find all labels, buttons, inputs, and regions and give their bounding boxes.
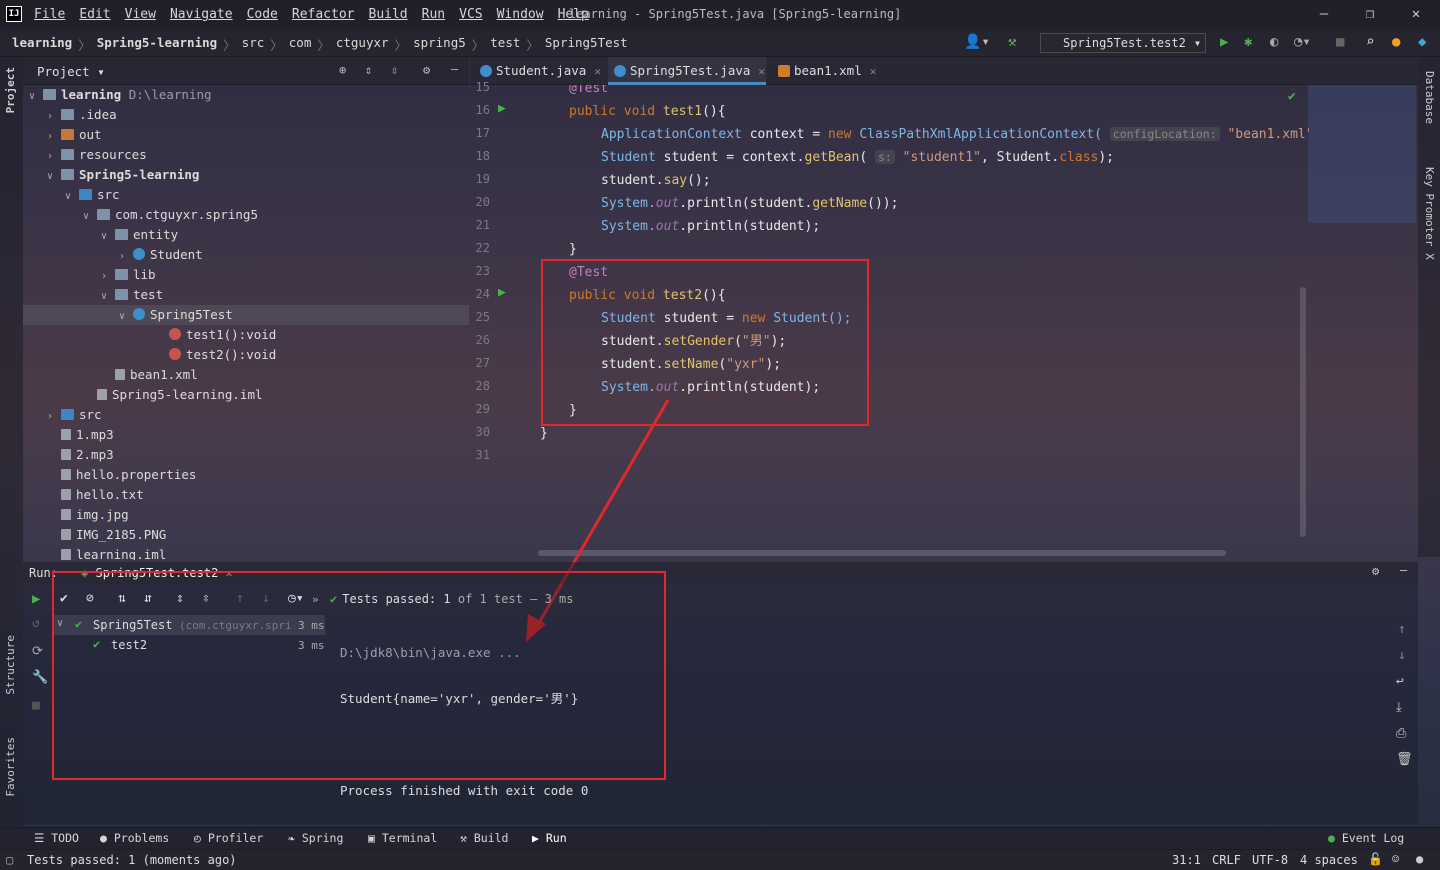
- terminal-tool-tab[interactable]: ▣ Terminal: [368, 831, 437, 845]
- wrench-icon[interactable]: 🔧: [32, 670, 48, 685]
- run-hide-icon[interactable]: —: [1400, 563, 1407, 577]
- highlight-box-run-output: [52, 571, 666, 780]
- build-tool-tab[interactable]: ⚒ Build: [460, 831, 508, 845]
- inspector-icon[interactable]: ☺: [1392, 852, 1399, 866]
- problems-tool-tab[interactable]: ● Problems: [100, 831, 169, 845]
- print-icon[interactable]: ⎙: [1396, 726, 1406, 741]
- status-bar: ▢ Tests passed: 1 (moments ago) 31:1 CRL…: [0, 849, 1440, 870]
- toggle-auto-test-icon[interactable]: ⟳: [32, 644, 43, 659]
- rerun-icon[interactable]: ▶: [32, 591, 40, 607]
- file-encoding[interactable]: UTF-8: [1252, 853, 1288, 867]
- run-settings-gear-icon[interactable]: ⚙: [1372, 564, 1379, 578]
- clear-console-icon[interactable]: 🗑: [1396, 752, 1413, 767]
- rerun-failed-icon[interactable]: ↺: [32, 616, 40, 631]
- soft-wrap-icon[interactable]: ↩: [1396, 674, 1404, 689]
- stop-run-icon[interactable]: ■: [32, 698, 40, 713]
- bottom-tool-tabs: ☰ TODO ● Problems ◴ Profiler ❧ Spring ▣ …: [0, 827, 1440, 849]
- event-log-tool-tab[interactable]: ● Event Log: [1328, 831, 1404, 845]
- line-separator[interactable]: CRLF: [1212, 853, 1241, 867]
- status-message[interactable]: Tests passed: 1 (moments ago): [27, 853, 237, 867]
- run-tool-tab[interactable]: ▶ Run: [532, 831, 567, 845]
- console-line: Process finished with exit code 0: [340, 783, 589, 798]
- status-icon: ▢: [6, 853, 14, 867]
- indent-setting[interactable]: 4 spaces: [1300, 853, 1358, 867]
- profiler-tool-tab[interactable]: ◴ Profiler: [194, 831, 263, 845]
- spring-tool-tab[interactable]: ❧ Spring: [288, 831, 343, 845]
- notifications-icon[interactable]: ●: [1416, 852, 1423, 866]
- scroll-down-icon[interactable]: ↓: [1398, 648, 1406, 663]
- scroll-to-end-icon[interactable]: ⤓: [1396, 700, 1402, 715]
- scroll-up-icon[interactable]: ↑: [1398, 622, 1406, 637]
- todo-tool-tab[interactable]: ☰ TODO: [34, 831, 79, 845]
- lock-icon[interactable]: 🔓: [1368, 852, 1383, 866]
- caret-position[interactable]: 31:1: [1172, 853, 1201, 867]
